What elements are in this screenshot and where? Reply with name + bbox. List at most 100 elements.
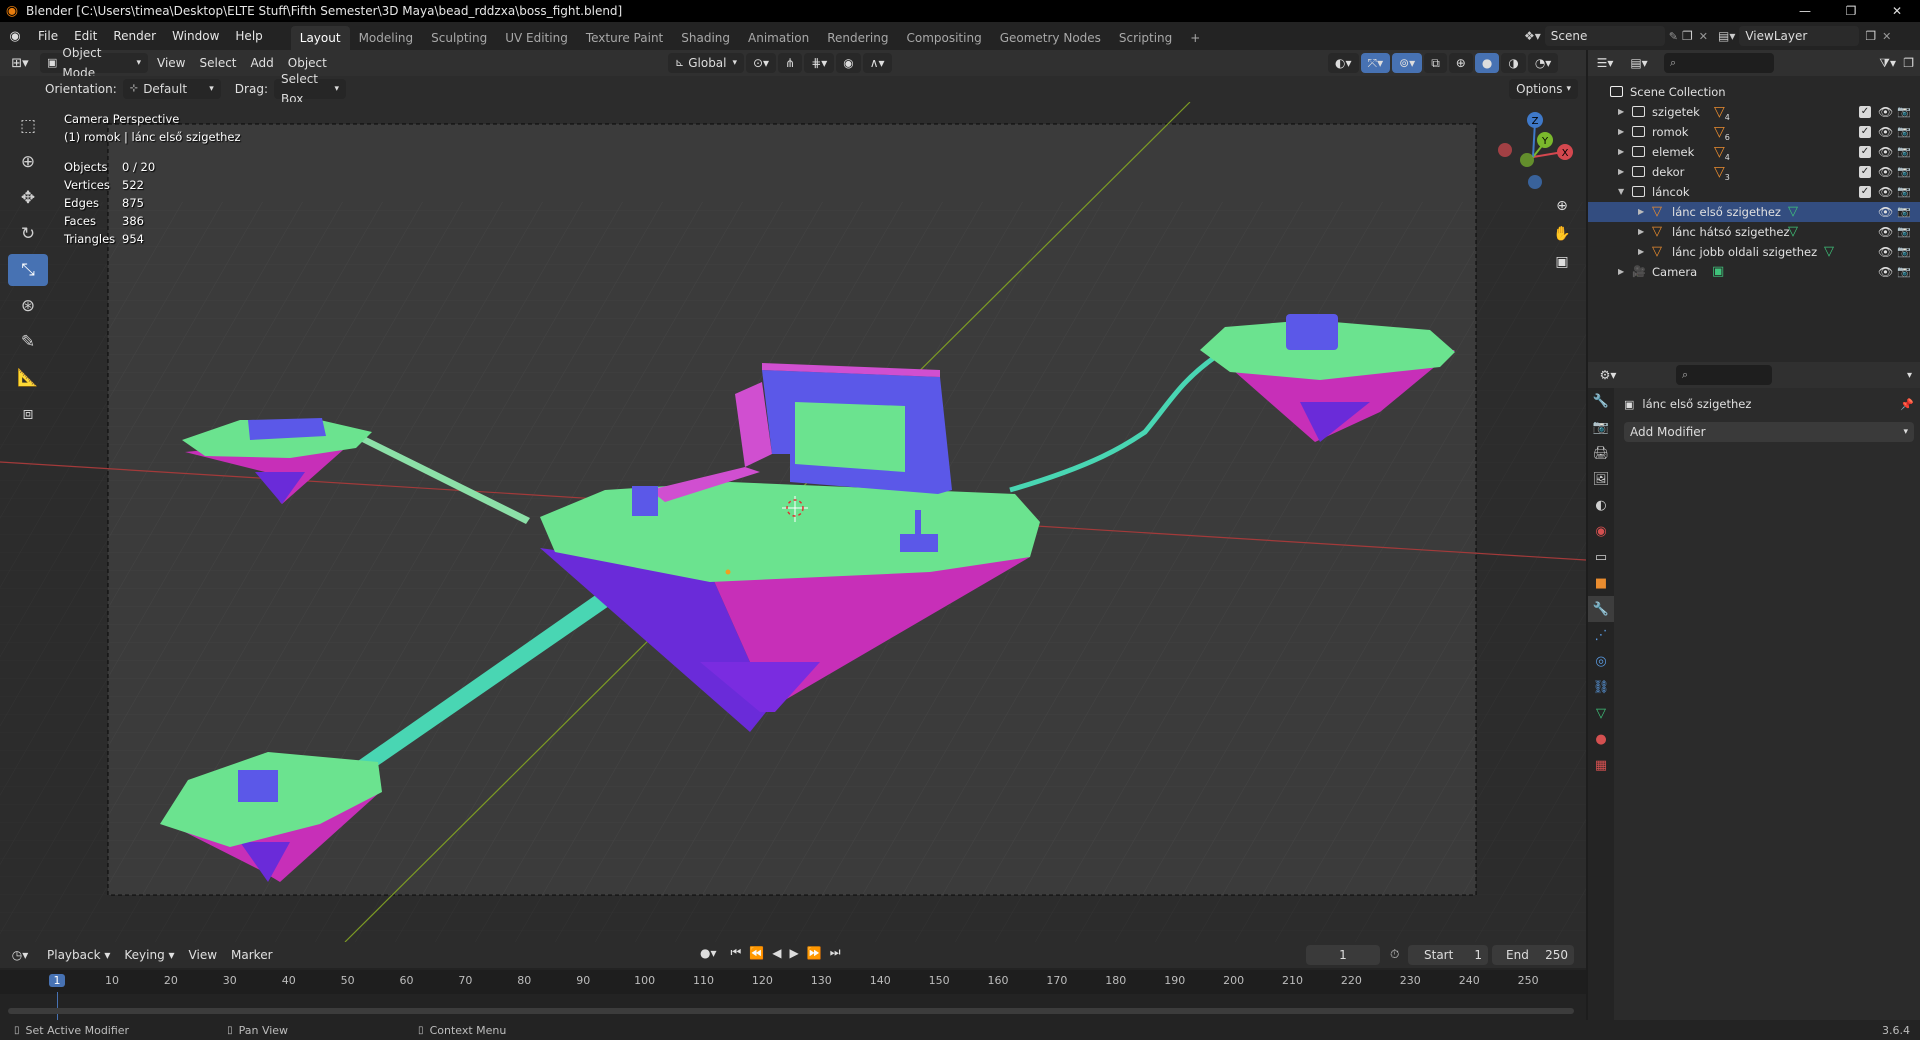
- particles-properties-icon[interactable]: ⋰: [1588, 622, 1614, 648]
- tab-geometry-nodes[interactable]: Geometry Nodes: [991, 26, 1110, 50]
- outliner-row[interactable]: ▶ elemek ▽4 ✓ 👁 📷: [1588, 142, 1920, 162]
- add-modifier-button[interactable]: Add Modifier ▾: [1624, 422, 1914, 442]
- remove-scene-icon[interactable]: ✕: [1699, 30, 1708, 43]
- visibility-eye-icon[interactable]: 👁: [1878, 222, 1893, 242]
- menu-view[interactable]: View: [150, 56, 192, 70]
- physics-properties-icon[interactable]: ◎: [1588, 648, 1614, 674]
- tab-texture-paint[interactable]: Texture Paint: [577, 26, 672, 50]
- timeline-ruler[interactable]: 1 10 20 30 40 50 60 70 80 90 100 110 120 130 140 150 160…: [0, 970, 1586, 1022]
- scene-selector[interactable]: Scene: [1544, 26, 1665, 46]
- disclosure-closed-icon[interactable]: ▶: [1618, 162, 1624, 182]
- view-layer-icon[interactable]: ▤▾: [1718, 29, 1735, 43]
- snap-toggle-button[interactable]: ⋔: [778, 53, 803, 73]
- render-camera-icon[interactable]: 📷: [1897, 222, 1911, 242]
- menu-view[interactable]: View: [182, 948, 224, 962]
- visibility-selectability-button[interactable]: ◐▾: [1328, 53, 1359, 73]
- tab-compositing[interactable]: Compositing: [897, 26, 990, 50]
- remove-view-layer-icon[interactable]: ✕: [1882, 30, 1891, 43]
- collection-properties-icon[interactable]: ▭: [1588, 544, 1614, 570]
- mesh-data-icon[interactable]: ▽: [1824, 242, 1834, 262]
- mesh-data-icon[interactable]: ▽: [1788, 202, 1798, 222]
- sidebar-toggle-icon[interactable]: ‹: [1576, 102, 1580, 103]
- texture-properties-icon[interactable]: ▦: [1588, 752, 1614, 778]
- disclosure-closed-icon[interactable]: ▶: [1618, 262, 1624, 282]
- scene-pin-icon[interactable]: ✎: [1669, 30, 1678, 43]
- outliner-row[interactable]: ▶ szigetek ▽4 ✓ 👁 📷: [1588, 102, 1920, 122]
- render-camera-icon[interactable]: 📷: [1897, 102, 1911, 122]
- timeline-scrollbar[interactable]: [8, 1008, 1574, 1014]
- new-scene-icon[interactable]: ❐: [1682, 29, 1693, 43]
- rotate-tool-icon[interactable]: ↻: [8, 218, 48, 250]
- outliner-editor-type-icon[interactable]: ☰▾: [1588, 56, 1622, 70]
- properties-search-input[interactable]: ⌕: [1676, 365, 1772, 385]
- jump-keyframe-back-icon[interactable]: ⏪: [749, 946, 764, 960]
- add-workspace-button[interactable]: +: [1181, 26, 1209, 50]
- restore-button[interactable]: ❐: [1828, 0, 1874, 22]
- render-camera-icon[interactable]: 📷: [1897, 122, 1911, 142]
- drag-selector[interactable]: Select Box ▾: [273, 72, 346, 106]
- outliner-search-input[interactable]: ⌕: [1664, 53, 1774, 73]
- 3d-viewport[interactable]: X Y Z Camera Perspective (1) romok | lán…: [0, 102, 1586, 942]
- pivot-point-button[interactable]: ⊙▾: [746, 53, 777, 73]
- menu-add[interactable]: Add: [244, 56, 281, 70]
- render-camera-icon[interactable]: 📷: [1897, 142, 1911, 162]
- visibility-eye-icon[interactable]: 👁: [1878, 242, 1893, 262]
- tab-shading[interactable]: Shading: [672, 26, 739, 50]
- jump-keyframe-forward-icon[interactable]: ⏩: [807, 946, 822, 960]
- xray-toggle-button[interactable]: ⧉: [1424, 53, 1447, 73]
- outliner-row[interactable]: ▼ láncok ✓ 👁 📷: [1588, 182, 1920, 202]
- object-properties-icon[interactable]: ■: [1588, 570, 1614, 596]
- render-camera-icon[interactable]: 📷: [1897, 262, 1911, 282]
- select-box-tool-icon[interactable]: ⬚: [8, 110, 48, 142]
- render-properties-icon[interactable]: 📷: [1588, 414, 1614, 440]
- modifier-properties-icon[interactable]: 🔧: [1588, 596, 1614, 622]
- cursor-tool-icon[interactable]: ⊕: [8, 146, 48, 178]
- menu-window[interactable]: Window: [164, 22, 227, 50]
- constraints-properties-icon[interactable]: ⛓: [1588, 674, 1614, 700]
- scene-icon[interactable]: ❖▾: [1524, 29, 1541, 43]
- display-mode-icon[interactable]: ▤▾: [1622, 56, 1656, 70]
- material-properties-icon[interactable]: ●: [1588, 726, 1614, 752]
- visibility-eye-icon[interactable]: 👁: [1878, 182, 1893, 202]
- playhead-line[interactable]: [57, 992, 58, 1022]
- play-reverse-icon[interactable]: ◀: [772, 946, 781, 960]
- outliner-row[interactable]: ▶ 🎥 Camera ▣ 👁 📷: [1588, 262, 1920, 282]
- properties-options-icon[interactable]: ▾: [1907, 370, 1912, 381]
- disclosure-closed-icon[interactable]: ▶: [1618, 142, 1624, 162]
- exclude-checkbox[interactable]: ✓: [1859, 186, 1871, 198]
- options-button[interactable]: Options ▾: [1509, 79, 1578, 99]
- output-properties-icon[interactable]: 🖨: [1588, 440, 1614, 466]
- proportional-falloff-button[interactable]: ∧▾: [862, 53, 892, 73]
- menu-object[interactable]: Object: [281, 56, 334, 70]
- visibility-eye-icon[interactable]: 👁: [1878, 122, 1893, 142]
- pan-hand-icon[interactable]: ✋: [1550, 226, 1574, 254]
- wireframe-shading-button[interactable]: ⊕: [1448, 53, 1473, 73]
- world-properties-icon[interactable]: ◉: [1588, 518, 1614, 544]
- minimize-button[interactable]: —: [1782, 0, 1828, 22]
- jump-end-icon[interactable]: ⏭: [830, 945, 841, 960]
- gizmo-toggle-button[interactable]: ⤧▾: [1360, 53, 1391, 73]
- outliner-row[interactable]: ▶ ▽ lánc hátsó szigethez ▽ 👁 📷: [1588, 222, 1920, 242]
- outliner-row[interactable]: ▶ ▽ lánc első szigethez ▽ 👁 📷: [1588, 202, 1920, 222]
- tab-modeling[interactable]: Modeling: [350, 26, 423, 50]
- outliner-row[interactable]: ▶ dekor ▽3 ✓ 👁 📷: [1588, 162, 1920, 182]
- view-layer-properties-icon[interactable]: 🖼: [1588, 466, 1614, 492]
- mesh-data-icon[interactable]: ▽: [1788, 222, 1798, 242]
- visibility-eye-icon[interactable]: 👁: [1878, 262, 1893, 282]
- menu-playback[interactable]: Playback ▾: [40, 948, 117, 962]
- disclosure-open-icon[interactable]: ▼: [1618, 182, 1624, 202]
- editor-type-icon[interactable]: ⊞▾: [0, 56, 40, 71]
- timeline-editor-type-icon[interactable]: ◷▾: [0, 948, 40, 962]
- visibility-eye-icon[interactable]: 👁: [1878, 142, 1893, 162]
- transform-tool-icon[interactable]: ⊛: [8, 290, 48, 322]
- render-camera-icon[interactable]: 📷: [1897, 162, 1911, 182]
- camera-data-icon[interactable]: ▣: [1712, 262, 1724, 282]
- exclude-checkbox[interactable]: ✓: [1859, 126, 1871, 138]
- start-frame-field[interactable]: Start 1: [1408, 945, 1488, 965]
- tab-scripting[interactable]: Scripting: [1110, 26, 1181, 50]
- outliner-row[interactable]: ▶ romok ▽6 ✓ 👁 📷: [1588, 122, 1920, 142]
- visibility-eye-icon[interactable]: 👁: [1878, 162, 1893, 182]
- scene-properties-icon[interactable]: ◐: [1588, 492, 1614, 518]
- visibility-eye-icon[interactable]: 👁: [1878, 202, 1893, 222]
- measure-tool-icon[interactable]: 📐: [8, 362, 48, 394]
